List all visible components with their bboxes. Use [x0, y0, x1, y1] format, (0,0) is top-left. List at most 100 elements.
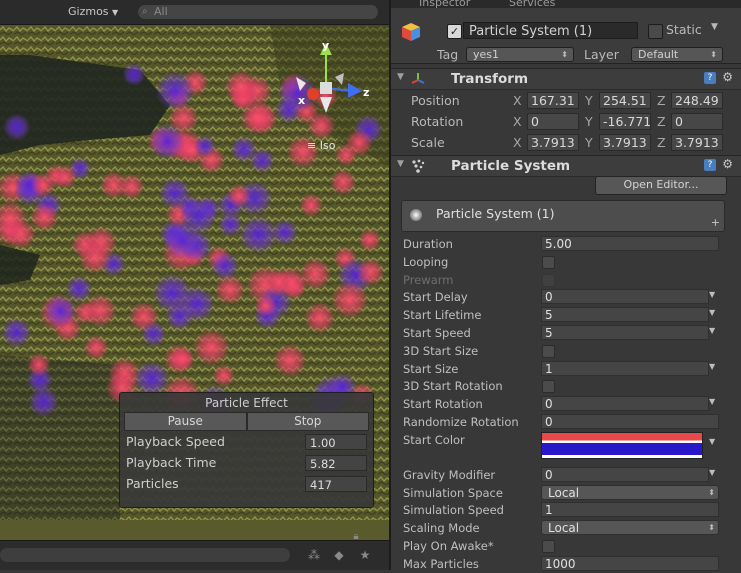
- start-size-3d-checkbox[interactable]: [542, 344, 555, 358]
- play-on-awake-checkbox[interactable]: [542, 539, 555, 553]
- gameobject-name-field[interactable]: Particle System (1): [463, 22, 638, 39]
- duration-field[interactable]: 5.00: [541, 236, 719, 251]
- stop-button[interactable]: Stop: [246, 412, 369, 431]
- chevron-down-icon: ▼: [112, 8, 119, 17]
- gameobject-header: ✓ Particle System (1) Static ▼ Tag yes1 ⬍…: [391, 8, 741, 64]
- layer-dropdown[interactable]: Default ⬍: [631, 47, 723, 62]
- start-size-3d-row: 3D Start Size: [391, 342, 741, 360]
- help-icon[interactable]: ?: [704, 159, 716, 171]
- play-on-awake-label: Play On Awake*: [403, 538, 494, 553]
- max-particles-field[interactable]: 1000: [541, 555, 719, 571]
- particle-properties: Duration 5.00 Looping Prewarm Start Dela…: [391, 235, 741, 573]
- rotation-z-field[interactable]: 0: [671, 113, 723, 130]
- start-speed-label: Start Speed: [403, 325, 471, 340]
- foldout-arrow-icon[interactable]: ▼: [397, 159, 404, 169]
- scene-search-input[interactable]: ⌕ All: [138, 5, 378, 19]
- particle-system-icon: [412, 159, 425, 173]
- scene-toolbar: Gizmos ▼ ⌕ All: [0, 0, 389, 25]
- particle-blob: [152, 273, 192, 313]
- chevron-down-icon[interactable]: ▼: [709, 326, 715, 335]
- open-editor-button[interactable]: Open Editor...: [595, 176, 727, 195]
- pause-button[interactable]: Pause: [124, 412, 247, 431]
- position-y-field[interactable]: 254.51: [599, 92, 651, 109]
- foldout-arrow-icon[interactable]: ▼: [397, 72, 404, 82]
- chevron-down-icon[interactable]: ▼: [709, 362, 715, 371]
- start-color-swatch[interactable]: [541, 431, 703, 459]
- start-rotation-row: Start Rotation 0 ▼: [391, 395, 741, 413]
- gravity-modifier-field[interactable]: 0: [541, 466, 709, 482]
- scale-y-field[interactable]: 3.7913: [599, 134, 651, 151]
- horizontal-scrollbar[interactable]: [0, 548, 290, 562]
- particle-blob: [78, 240, 112, 274]
- prewarm-label: Prewarm: [403, 272, 454, 287]
- gizmo-x-label: x: [298, 94, 305, 107]
- start-speed-field[interactable]: 5: [541, 324, 709, 340]
- position-x-field[interactable]: 167.31: [527, 92, 579, 109]
- chevron-down-icon[interactable]: ▼: [709, 437, 715, 446]
- position-z-field[interactable]: 248.49: [671, 92, 723, 109]
- particles-count-field: 417: [305, 475, 367, 492]
- start-size-3d-label: 3D Start Size: [403, 343, 479, 358]
- start-delay-field[interactable]: 0: [541, 289, 709, 305]
- gameobject-active-checkbox[interactable]: ✓: [447, 24, 462, 39]
- randomize-rotation-field[interactable]: 0: [541, 413, 719, 429]
- static-dropdown-arrow[interactable]: ▼: [711, 22, 718, 32]
- chevron-down-icon[interactable]: ▼: [709, 308, 715, 317]
- playback-speed-row: Playback Speed 1.00: [120, 431, 373, 452]
- particle-system-header[interactable]: ▼ Particle System ? ⚙: [391, 155, 741, 177]
- start-delay-label: Start Delay: [403, 290, 468, 305]
- playback-speed-label: Playback Speed: [126, 434, 225, 449]
- start-color-label: Start Color: [403, 432, 465, 447]
- scale-label: Scale: [411, 135, 445, 150]
- start-delay-row: Start Delay 0 ▼: [391, 288, 741, 306]
- layers-icon[interactable]: ⁂: [305, 547, 323, 563]
- particle-blob: [141, 321, 167, 347]
- start-color-row: Start Color ▼: [391, 431, 741, 466]
- scene-view[interactable]: Gizmos ▼ ⌕ All y x z ≡ Iso Particle Effe…: [0, 0, 389, 570]
- help-icon[interactable]: ?: [704, 72, 716, 84]
- particle-blob: [358, 228, 382, 252]
- gear-icon[interactable]: ⚙: [722, 157, 733, 171]
- particle-blob: [218, 212, 243, 237]
- playback-time-row: Playback Time 5.82: [120, 452, 373, 473]
- particle-system-module-header[interactable]: Particle System (1) +: [401, 200, 725, 232]
- particle-blob: [28, 386, 59, 417]
- particle-dot-icon: [410, 209, 422, 221]
- playback-time-field[interactable]: 5.82: [305, 454, 367, 471]
- lock-icon[interactable]: 🔒︎: [347, 529, 365, 545]
- tag-dropdown[interactable]: yes1 ⬍: [466, 47, 574, 62]
- scale-z-field[interactable]: 3.7913: [671, 134, 723, 151]
- looping-checkbox[interactable]: [542, 255, 555, 269]
- chevron-down-icon[interactable]: ▼: [709, 468, 715, 477]
- tag-icon[interactable]: ◆: [330, 547, 348, 563]
- plus-icon[interactable]: +: [711, 216, 720, 229]
- particle-blob: [3, 113, 31, 141]
- start-lifetime-field[interactable]: 5: [541, 307, 709, 323]
- updown-icon: ⬍: [708, 523, 715, 533]
- gear-icon[interactable]: ⚙: [722, 70, 733, 84]
- start-size-field[interactable]: 1: [541, 360, 709, 376]
- transform-header[interactable]: ▼ Transform ? ⚙: [391, 68, 741, 90]
- particle-blob: [227, 183, 251, 208]
- playback-speed-field[interactable]: 1.00: [305, 433, 367, 450]
- gizmos-dropdown[interactable]: Gizmos ▼: [62, 4, 124, 20]
- start-rotation-field[interactable]: 0: [541, 396, 709, 412]
- particle-blob: [356, 258, 385, 287]
- inspector-tabbar: Inspector Services: [391, 0, 741, 9]
- rotation-y-field[interactable]: -16.771: [599, 113, 651, 130]
- static-checkbox[interactable]: [648, 24, 663, 39]
- start-rotation-3d-checkbox[interactable]: [542, 380, 555, 394]
- scale-x-field[interactable]: 3.7913: [527, 134, 579, 151]
- simulation-speed-field[interactable]: 1: [541, 502, 719, 518]
- scaling-mode-dropdown[interactable]: Local ⬍: [541, 520, 719, 536]
- chevron-down-icon[interactable]: ▼: [709, 397, 715, 406]
- chevron-down-icon[interactable]: ▼: [709, 290, 715, 299]
- gameobject-cube-icon: [402, 23, 420, 41]
- star-icon[interactable]: ★: [356, 547, 374, 563]
- rotation-x-field[interactable]: 0: [527, 113, 579, 130]
- particle-blob: [212, 364, 235, 387]
- particle-blob: [53, 164, 78, 189]
- particle-blob: [83, 293, 117, 328]
- start-lifetime-label: Start Lifetime: [403, 308, 482, 323]
- simulation-space-dropdown[interactable]: Local ⬍: [541, 484, 719, 500]
